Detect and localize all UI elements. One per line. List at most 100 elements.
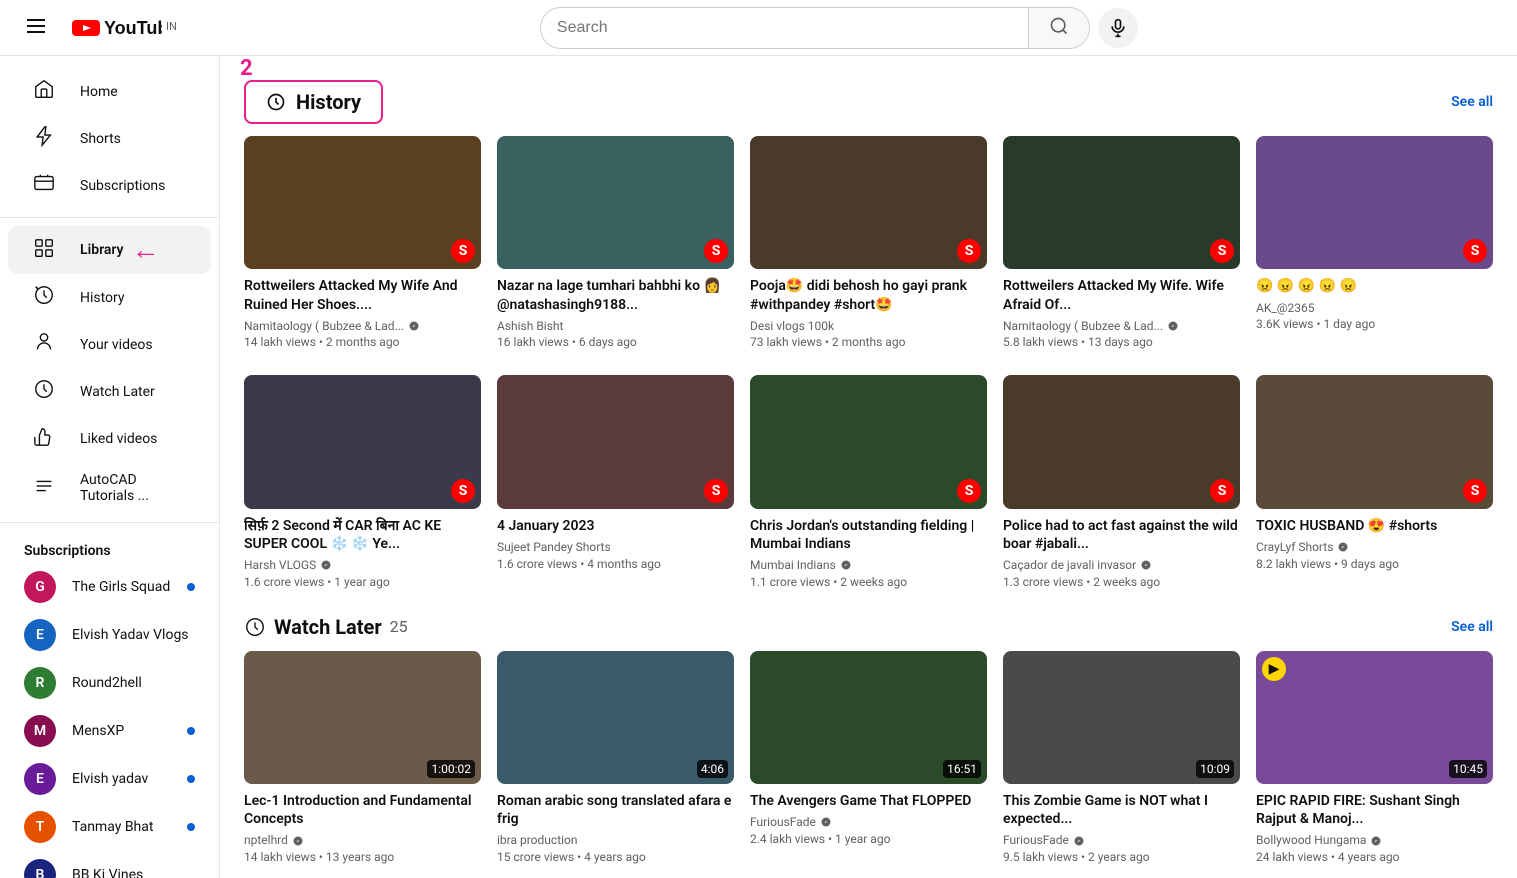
- channel-name: Sujeet Pandey Shorts: [497, 539, 611, 556]
- channel-row: AK_@2365: [1256, 300, 1493, 317]
- sub-name-tanmay-bhat: Tanmay Bhat: [72, 819, 171, 835]
- subscription-item-round2hell[interactable]: R Round2hell: [0, 659, 219, 707]
- subscription-item-elvish-vlogs[interactable]: E Elvish Yadav Vlogs: [0, 611, 219, 659]
- thumbnail: 4:06: [497, 651, 734, 784]
- channel-name: nptelhrd: [244, 832, 288, 849]
- hamburger-menu[interactable]: [16, 6, 56, 50]
- subscriptions-icon: [32, 172, 56, 199]
- history-icon: [32, 284, 56, 311]
- history-box: History: [244, 80, 383, 124]
- view-count: 15 crore views • 4 years ago: [497, 849, 734, 866]
- channel-row: Caçador de javali invasor: [1003, 557, 1240, 574]
- thumbnail: S: [497, 375, 734, 508]
- sidebar-item-subscriptions[interactable]: Subscriptions: [8, 162, 211, 209]
- sidebar-item-home[interactable]: Home: [8, 68, 211, 115]
- thumbnail: S: [750, 375, 987, 508]
- video-meta: Mumbai Indians 1.1 crore views • 2 weeks…: [750, 557, 987, 591]
- home-icon: [32, 78, 56, 105]
- sub-avatar-elvish-vlogs: E: [24, 619, 56, 651]
- your-videos-icon: [32, 331, 56, 358]
- mic-button[interactable]: [1098, 8, 1138, 48]
- sub-dot-tanmay-bhat: [187, 823, 195, 831]
- video-card-wl2[interactable]: 4:06 Roman arabic song translated afara …: [497, 651, 734, 866]
- video-card-v2[interactable]: S Nazar na lage tumhari bahbhi ko 👩 @nat…: [497, 136, 734, 351]
- channel-name: Mumbai Indians: [750, 557, 836, 574]
- logo-country: IN: [166, 20, 177, 33]
- svg-text:YouTube: YouTube: [104, 18, 162, 38]
- video-card-r2v2[interactable]: S 4 January 2023 Sujeet Pandey Shorts 1.…: [497, 375, 734, 590]
- sidebar-item-history[interactable]: History: [8, 274, 211, 321]
- search-button[interactable]: [1028, 8, 1089, 48]
- youtube-logo[interactable]: YouTube IN: [72, 18, 177, 38]
- channel-row: FuriousFade: [750, 814, 987, 831]
- video-meta: Harsh VLOGS 1.6 crore views • 1 year ago: [244, 557, 481, 591]
- video-card-v4[interactable]: S Rottweilers Attacked My Wife. Wife Afr…: [1003, 136, 1240, 351]
- channel-name: Bollywood Hungama: [1256, 832, 1366, 849]
- video-card-wl5[interactable]: 10:45▶ EPIC RAPID FIRE: Sushant Singh Ra…: [1256, 651, 1493, 866]
- channel-row: CrayLyf Shorts: [1256, 539, 1493, 556]
- view-count: 1.3 crore views • 2 weeks ago: [1003, 574, 1240, 591]
- video-card-v1[interactable]: S Rottweilers Attacked My Wife And Ruine…: [244, 136, 481, 351]
- app-container: YouTube IN: [0, 0, 1517, 878]
- view-count: 24 lakh views • 4 years ago: [1256, 849, 1493, 866]
- video-card-wl4[interactable]: 10:09 This Zombie Game is NOT what I exp…: [1003, 651, 1240, 866]
- sidebar-item-watch-later[interactable]: Watch Later: [8, 368, 211, 415]
- sub-avatar-girls-squad: G: [24, 571, 56, 603]
- video-card-r2v1[interactable]: S सिर्फ़ 2 Second में CAR बिना AC KE SUP…: [244, 375, 481, 590]
- search-input[interactable]: [541, 11, 1028, 45]
- history-see-all[interactable]: See all: [1451, 94, 1493, 110]
- shorts-badge: S: [704, 479, 728, 503]
- video-meta: Desi vlogs 100k 73 lakh views • 2 months…: [750, 318, 987, 352]
- subscription-item-tanmay-bhat[interactable]: T Tanmay Bhat: [0, 803, 219, 851]
- thumbnail: 10:09: [1003, 651, 1240, 784]
- duration-badge: 10:45: [1449, 760, 1487, 778]
- video-card-r2v5[interactable]: S TOXIC HUSBAND 😍 #shorts CrayLyf Shorts…: [1256, 375, 1493, 590]
- sub-name-mensxp: MensXP: [72, 723, 171, 739]
- thumbnail: S: [244, 136, 481, 269]
- view-count: 14 lakh views • 2 months ago: [244, 334, 481, 351]
- video-meta: Caçador de javali invasor 1.3 crore view…: [1003, 557, 1240, 591]
- channel-name: AK_@2365: [1256, 300, 1315, 317]
- view-count: 1.1 crore views • 2 weeks ago: [750, 574, 987, 591]
- view-count: 2.4 lakh views • 1 year ago: [750, 831, 987, 848]
- video-meta: Bollywood Hungama 24 lakh views • 4 year…: [1256, 832, 1493, 866]
- view-count: 3.6K views • 1 day ago: [1256, 316, 1493, 333]
- channel-row: ibra production: [497, 832, 734, 849]
- shorts-badge: S: [1210, 479, 1234, 503]
- video-card-wl1[interactable]: 1:00:02 Lec-1 Introduction and Fundament…: [244, 651, 481, 866]
- video-card-v3[interactable]: S Pooja🤩 didi behosh ho gayi prank #with…: [750, 136, 987, 351]
- subscription-item-mensxp[interactable]: M MensXP: [0, 707, 219, 755]
- thumbnail: 1:00:02: [244, 651, 481, 784]
- channel-row: nptelhrd: [244, 832, 481, 849]
- video-title: Nazar na lage tumhari bahbhi ko 👩 @natas…: [497, 277, 734, 313]
- watch-later-see-all[interactable]: See all: [1451, 619, 1493, 635]
- view-count: 1.6 crore views • 4 months ago: [497, 556, 734, 573]
- sidebar-item-shorts[interactable]: Shorts: [8, 115, 211, 162]
- video-card-v5[interactable]: S 😠 😠 😠 😠 😠 AK_@2365 3.6K views • 1 day …: [1256, 136, 1493, 351]
- sidebar-item-autocad[interactable]: AutoCAD Tutorials ...: [8, 462, 211, 514]
- channel-row: Desi vlogs 100k: [750, 318, 987, 335]
- video-title: Chris Jordan's outstanding fielding | Mu…: [750, 517, 987, 553]
- video-meta: Namitaology ( Bubzee & Lad... 5.8 lakh v…: [1003, 318, 1240, 352]
- subscription-item-bb-ki-vines[interactable]: B BB Ki Vines: [0, 851, 219, 878]
- subscription-item-elvish-yadav[interactable]: E Elvish yadav: [0, 755, 219, 803]
- subscription-item-girls-squad[interactable]: G The Girls Squad: [0, 563, 219, 611]
- search-bar: [540, 7, 1090, 49]
- sidebar-item-library[interactable]: Library ←: [8, 226, 211, 274]
- video-card-r2v3[interactable]: S Chris Jordan's outstanding fielding | …: [750, 375, 987, 590]
- sidebar-item-your-videos[interactable]: Your videos: [8, 321, 211, 368]
- sidebar-item-liked-videos[interactable]: Liked videos: [8, 415, 211, 462]
- library-label-row: Library ←: [80, 236, 187, 264]
- home-label: Home: [80, 84, 118, 100]
- video-card-wl3[interactable]: 16:51 The Avengers Game That FLOPPED Fur…: [750, 651, 987, 866]
- autocad-label: AutoCAD Tutorials ...: [80, 472, 187, 504]
- video-meta: FuriousFade 9.5 lakh views • 2 years ago: [1003, 832, 1240, 866]
- video-title: Rottweilers Attacked My Wife And Ruined …: [244, 277, 481, 313]
- video-card-r2v4[interactable]: S Police had to act fast against the wil…: [1003, 375, 1240, 590]
- watch-later-header: Watch Later 25 See all: [244, 615, 1493, 639]
- sub-avatar-tanmay-bhat: T: [24, 811, 56, 843]
- library-arrow: ←: [132, 236, 160, 264]
- video-title: The Avengers Game That FLOPPED: [750, 792, 987, 810]
- sub-name-round2hell: Round2hell: [72, 675, 195, 691]
- shorts-badge: S: [1463, 239, 1487, 263]
